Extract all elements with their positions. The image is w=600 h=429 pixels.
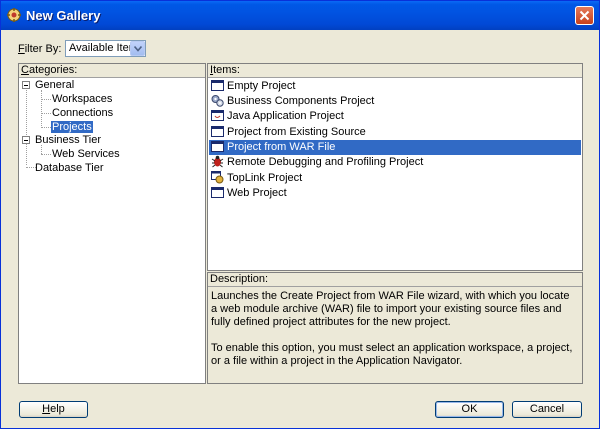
window-title: New Gallery — [26, 8, 101, 23]
expander-general[interactable] — [22, 81, 30, 89]
window-icon — [211, 80, 224, 91]
cancel-button[interactable]: Cancel — [512, 401, 582, 418]
filter-label: Filter By: — [18, 43, 62, 55]
list-item-project-from-war-file[interactable]: Project from WAR File — [209, 140, 581, 155]
description-text: Launches the Create Project from WAR Fil… — [211, 290, 578, 381]
tree-item-database-tier[interactable]: Database Tier — [35, 161, 103, 175]
list-item-remote-debugging-project[interactable]: Remote Debugging and Profiling Project — [209, 155, 581, 170]
bug-icon — [211, 155, 224, 168]
tree-item-workspaces[interactable]: Workspaces — [52, 92, 112, 106]
window-icon — [211, 126, 224, 137]
gears-icon — [211, 95, 224, 107]
tree-item-web-services[interactable]: Web Services — [52, 147, 120, 161]
ok-button[interactable]: OK — [435, 401, 504, 418]
categories-header: Categories: — [19, 64, 205, 78]
title-bar[interactable]: New Gallery — [1, 1, 599, 30]
description-panel: Description: Launches the Create Project… — [207, 272, 583, 384]
filter-select[interactable]: Available Items — [65, 40, 146, 57]
tree-item-business-tier[interactable]: Business Tier — [35, 133, 101, 147]
toplink-icon — [211, 171, 224, 184]
expander-business-tier[interactable] — [22, 136, 30, 144]
categories-panel: Categories: General Workspaces Connectio… — [18, 63, 206, 384]
list-item-web-project[interactable]: Web Project — [209, 186, 581, 201]
chevron-down-icon — [134, 46, 142, 52]
description-paragraph-2: To enable this option, you must select a… — [211, 342, 573, 367]
list-item-java-application-project[interactable]: Java Application Project — [209, 109, 581, 124]
items-panel: Items: Empty Project Business Components… — [207, 63, 583, 271]
tree-item-projects[interactable]: Projects — [51, 120, 93, 134]
tree-item-general[interactable]: General — [35, 78, 74, 92]
close-button[interactable] — [575, 6, 594, 25]
help-button[interactable]: Help — [19, 401, 88, 418]
description-header: Description: — [208, 273, 582, 287]
list-item-project-from-existing-source[interactable]: Project from Existing Source — [209, 125, 581, 140]
window-icon — [211, 141, 224, 152]
list-item-business-components-project[interactable]: Business Components Project — [209, 94, 581, 109]
dropdown-button[interactable] — [130, 41, 145, 56]
java-app-icon — [211, 110, 224, 121]
window-icon — [211, 187, 224, 198]
list-item-empty-project[interactable]: Empty Project — [209, 79, 581, 94]
gallery-icon — [7, 8, 21, 22]
list-item-toplink-project[interactable]: TopLink Project — [209, 171, 581, 186]
new-gallery-dialog: New Gallery Filter By: Available Items C… — [0, 0, 600, 429]
items-header: Items: — [208, 64, 582, 78]
description-paragraph-1: Launches the Create Project from WAR Fil… — [211, 290, 570, 328]
close-icon — [579, 10, 590, 21]
tree-item-connections[interactable]: Connections — [52, 106, 113, 120]
